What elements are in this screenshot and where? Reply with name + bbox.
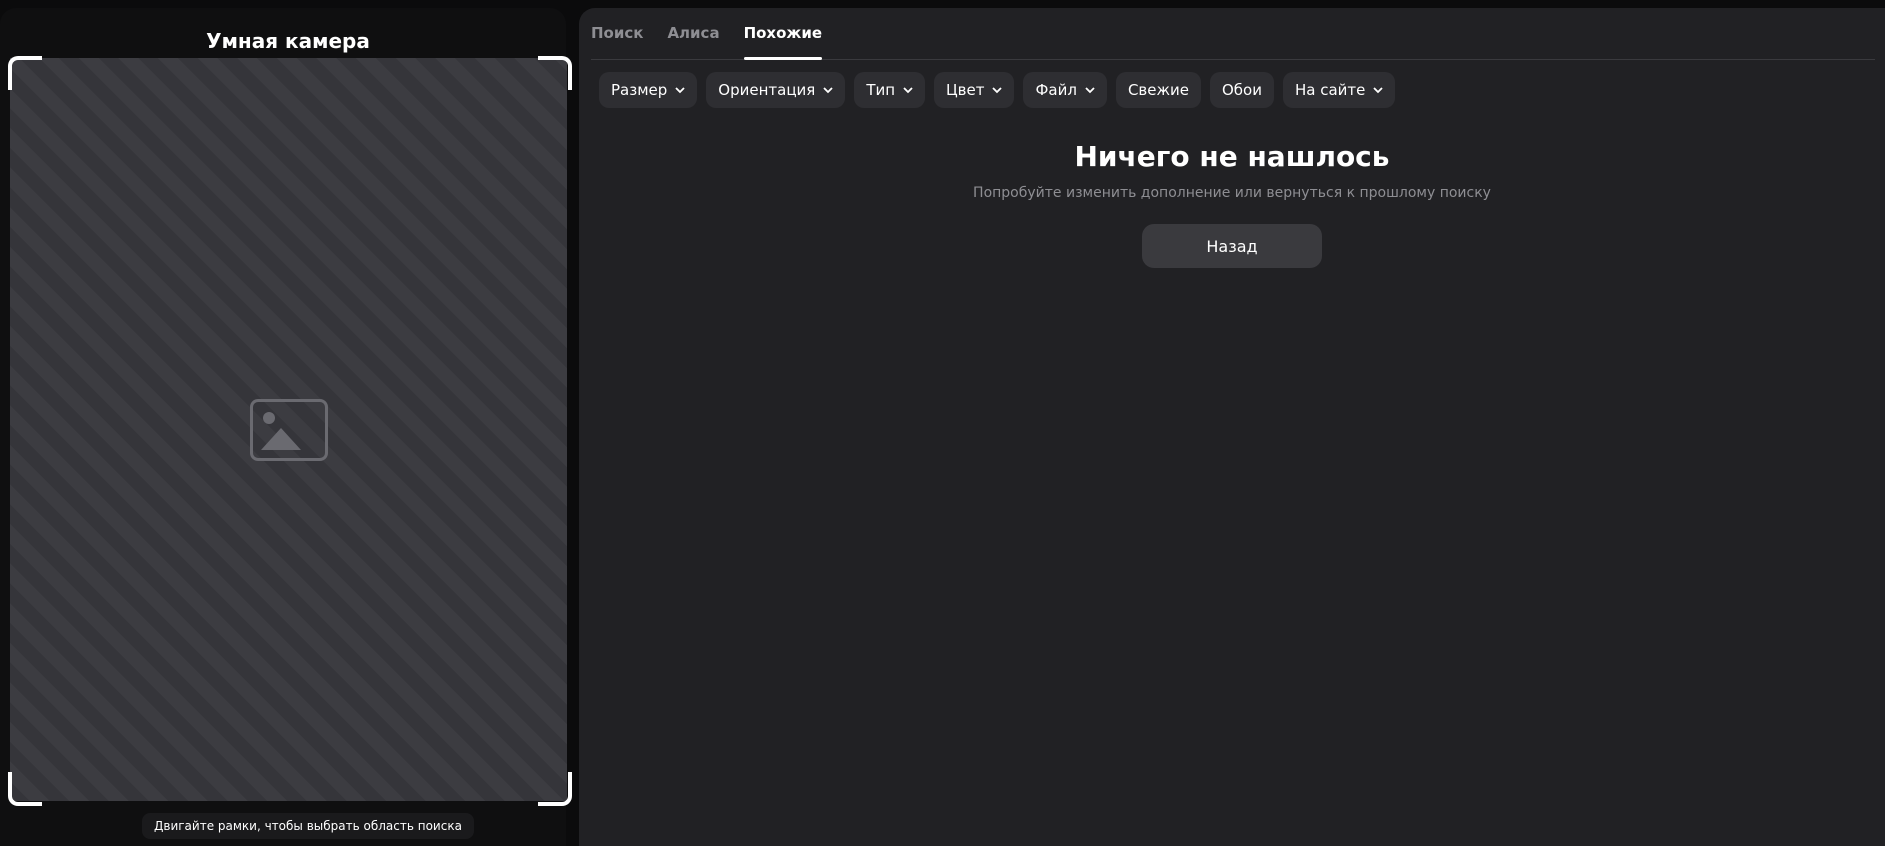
chevron-down-icon — [903, 87, 913, 94]
filter-bar: Размер Ориентация Тип Цвет Файл Свежие О… — [599, 72, 1396, 108]
filter-color-label: Цвет — [946, 81, 985, 99]
filter-file[interactable]: Файл — [1023, 72, 1107, 108]
empty-state-title: Ничего не нашлось — [1074, 140, 1390, 173]
crop-handle-top-right[interactable] — [538, 56, 572, 90]
filter-orientation-label: Ориентация — [718, 81, 816, 99]
chevron-down-icon — [1373, 87, 1384, 94]
filter-type-label: Тип — [866, 81, 896, 99]
empty-state: Ничего не нашлось Попробуйте изменить до… — [579, 140, 1885, 268]
filter-wallpapers-label: Обои — [1221, 81, 1262, 99]
filter-size-label: Размер — [611, 81, 668, 99]
filter-orientation[interactable]: Ориентация — [706, 72, 846, 108]
filter-type[interactable]: Тип — [854, 72, 926, 108]
filter-color[interactable]: Цвет — [934, 72, 1015, 108]
search-tabs: Поиск Алиса Похожие — [591, 8, 1875, 60]
tab-search[interactable]: Поиск — [591, 8, 643, 59]
chevron-down-icon — [823, 87, 833, 94]
chevron-down-icon — [675, 87, 685, 94]
chevron-down-icon — [1085, 87, 1095, 94]
results-panel: Поиск Алиса Похожие Размер Ориентация Ти… — [579, 8, 1885, 846]
image-placeholder — [10, 58, 567, 801]
filter-wallpapers[interactable]: Обои — [1209, 72, 1274, 108]
tab-similar[interactable]: Похожие — [743, 8, 823, 60]
image-icon — [249, 398, 328, 461]
crop-handle-bottom-right[interactable] — [538, 772, 572, 806]
back-button[interactable]: Назад — [1142, 224, 1322, 268]
query-image-area[interactable] — [10, 58, 567, 801]
crop-hint: Двигайте рамки, чтобы выбрать область по… — [142, 813, 474, 839]
filter-on-site[interactable]: На сайте — [1282, 72, 1396, 108]
filter-fresh[interactable]: Свежие — [1115, 72, 1201, 108]
chevron-down-icon — [992, 87, 1003, 94]
crop-handle-bottom-left[interactable] — [8, 772, 42, 806]
filter-size[interactable]: Размер — [599, 72, 698, 108]
empty-state-subtitle: Попробуйте изменить дополнение или верну… — [973, 185, 1491, 201]
smart-camera-title: Умная камера — [206, 29, 370, 53]
filter-fresh-label: Свежие — [1127, 81, 1189, 99]
filter-on-site-label: На сайте — [1294, 81, 1366, 99]
crop-handle-top-left[interactable] — [8, 56, 42, 90]
filter-file-label: Файл — [1035, 81, 1077, 99]
tab-alice[interactable]: Алиса — [667, 8, 719, 59]
